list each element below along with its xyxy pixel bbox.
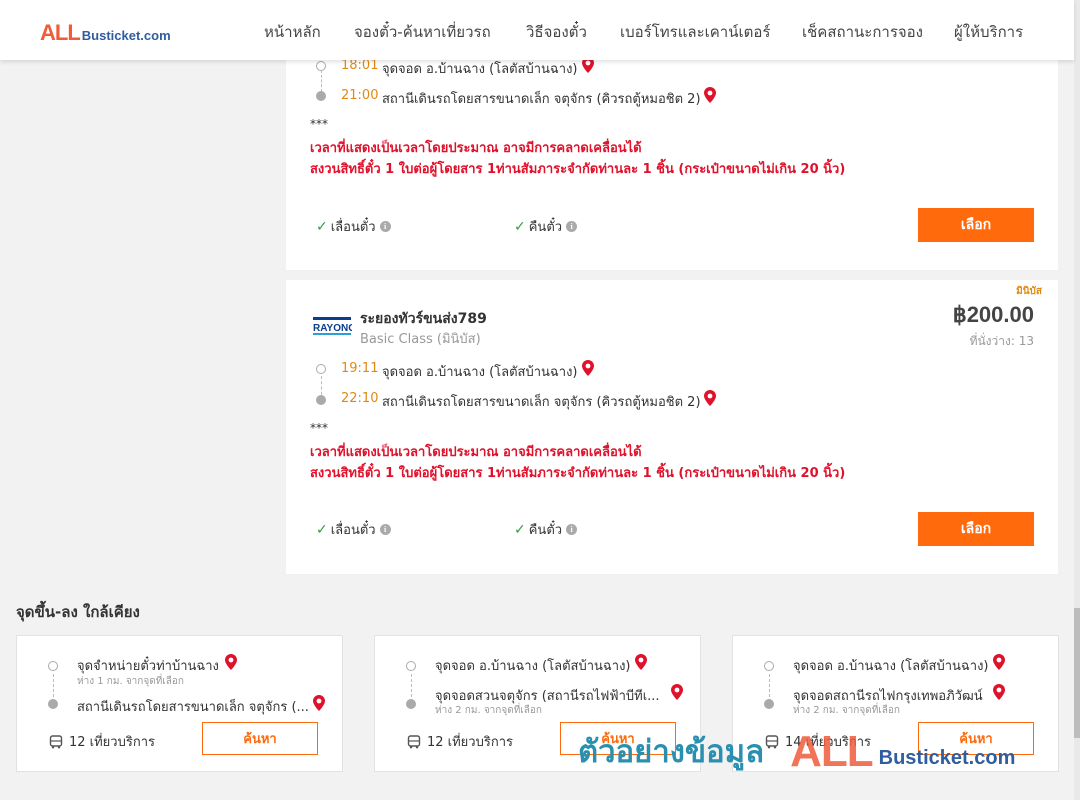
check-icon: ✓ bbox=[316, 218, 328, 235]
info-icon[interactable]: i bbox=[566, 524, 578, 535]
check-icon: ✓ bbox=[514, 218, 526, 235]
nearby-trip-count: 12 เที่ยวบริการ bbox=[49, 731, 155, 752]
timeline-line bbox=[411, 674, 412, 702]
timeline-dot-arrival bbox=[48, 699, 58, 709]
nearby-from-distance: ห่าง 1 กม. จากจุดที่เลือก bbox=[77, 676, 184, 687]
notice-time-approx: เวลาที่แสดงเป็นเวลาโดยประมาณ อาจมีการคลา… bbox=[310, 445, 642, 460]
nav-providers[interactable]: ผู้ให้บริการ bbox=[954, 20, 1023, 44]
nearby-section-title: จุดขึ้น-ลง ใกล้เคียง bbox=[16, 603, 140, 621]
site-logo[interactable]: ALL Busticket.com bbox=[40, 20, 171, 45]
select-trip-button[interactable]: เลือก bbox=[918, 208, 1034, 242]
company-logo-text: RAYONG bbox=[313, 323, 352, 334]
arrival-stop: สถานีเดินรถโดยสารขนาดเล็ก จตุจักร (คิวรถ… bbox=[382, 395, 701, 410]
bus-type-ribbon: มินิบัส bbox=[1016, 286, 1042, 297]
timeline-dot-departure bbox=[406, 661, 416, 671]
nearby-from-stop: จุดจอด อ.บ้านฉาง (โลตัสบ้านฉาง) bbox=[793, 659, 989, 674]
check-icon: ✓ bbox=[316, 521, 328, 538]
notice-luggage: สงวนสิทธิ์ตั๋ว 1 ใบต่อผู้โดยสาร 1ท่านสัม… bbox=[310, 162, 846, 177]
timeline-dot-departure bbox=[764, 661, 774, 671]
departure-stop: จุดจอด อ.บ้านฉาง (โลตัสบ้านฉาง) bbox=[382, 62, 578, 77]
departure-time: 18:01 bbox=[341, 58, 379, 73]
map-pin-icon[interactable] bbox=[993, 654, 1005, 670]
feature-refund: ✓ คืนตั๋ว i bbox=[514, 519, 578, 540]
info-icon[interactable]: i bbox=[566, 221, 578, 232]
timeline-dot-departure bbox=[48, 661, 58, 671]
nearby-search-button[interactable]: ค้นหา bbox=[202, 722, 318, 755]
nearby-from-stop: จุดจอด อ.บ้านฉาง (โลตัสบ้านฉาง) bbox=[435, 659, 631, 674]
timeline-line bbox=[321, 70, 322, 92]
map-pin-icon[interactable] bbox=[704, 87, 716, 103]
company-name: ระยองทัวร์ขนส่ง789 bbox=[360, 311, 487, 327]
map-pin-icon[interactable] bbox=[582, 360, 594, 376]
check-icon: ✓ bbox=[514, 521, 526, 538]
feature-refund-label: คืนตั๋ว bbox=[528, 523, 563, 538]
notice-luggage: สงวนสิทธิ์ตั๋ว 1 ใบต่อผู้โดยสาร 1ท่านสัม… bbox=[310, 466, 846, 481]
trip-card: มินิบัส RAYONG ระยองทัวร์ขนส่ง789 Basic … bbox=[286, 280, 1058, 574]
nav-contacts-counters[interactable]: เบอร์โทรและเคาน์เตอร์ bbox=[620, 20, 770, 44]
select-trip-button[interactable]: เลือก bbox=[918, 512, 1034, 546]
scrollbar-thumb[interactable] bbox=[1074, 608, 1080, 738]
timeline-dot-arrival bbox=[764, 699, 774, 709]
map-pin-icon[interactable] bbox=[313, 695, 325, 711]
map-pin-icon[interactable] bbox=[704, 390, 716, 406]
feature-postpone-label: เลื่อนตั๋ว bbox=[330, 523, 376, 538]
company-logo: RAYONG bbox=[313, 317, 352, 335]
notice-stars: *** bbox=[310, 421, 328, 435]
map-pin-icon[interactable] bbox=[635, 654, 647, 670]
bus-icon bbox=[49, 734, 63, 748]
feature-postpone: ✓ เลื่อนตั๋ว i bbox=[316, 216, 391, 237]
map-pin-icon[interactable] bbox=[671, 684, 683, 700]
timeline-dot-departure bbox=[316, 364, 326, 374]
timeline-dot-arrival bbox=[406, 699, 416, 709]
info-icon[interactable]: i bbox=[379, 524, 391, 535]
nav-how-to-book[interactable]: วิธีจองตั๋ว bbox=[526, 20, 587, 44]
logo-all-text: ALL bbox=[40, 20, 81, 45]
timeline-dot-arrival bbox=[316, 91, 326, 101]
nearby-to-stop: สถานีเดินรถโดยสารขนาดเล็ก จตุจักร (... bbox=[77, 700, 309, 715]
feature-postpone-label: เลื่อนตั๋ว bbox=[330, 220, 376, 235]
nav-home[interactable]: หน้าหลัก bbox=[264, 20, 321, 44]
departure-stop: จุดจอด อ.บ้านฉาง (โลตัสบ้านฉาง) bbox=[382, 365, 578, 380]
nearby-from-stop: จุดจำหน่ายตั๋วท่าบ้านฉาง bbox=[77, 659, 219, 674]
logo-busticket-text: Busticket.com bbox=[81, 28, 171, 43]
timeline-line bbox=[53, 674, 54, 702]
nearby-route-card: จุดจำหน่ายตั๋วท่าบ้านฉาง ห่าง 1 กม. จากจ… bbox=[16, 635, 343, 772]
timeline-line bbox=[769, 674, 770, 702]
notice-stars: *** bbox=[310, 117, 328, 131]
watermark-logo-busticket: Busticket.com bbox=[878, 747, 1016, 769]
nearby-trip-count-label: 12 เที่ยวบริการ bbox=[427, 735, 513, 750]
arrival-time: 21:00 bbox=[341, 88, 379, 103]
nav-booking-status[interactable]: เช็คสถานะการจอง bbox=[802, 20, 923, 44]
feature-refund: ✓ คืนตั๋ว i bbox=[514, 216, 578, 237]
bus-icon bbox=[407, 734, 421, 748]
timeline-dot-departure bbox=[316, 61, 326, 71]
map-pin-icon[interactable] bbox=[225, 654, 237, 670]
arrival-stop: สถานีเดินรถโดยสารขนาดเล็ก จตุจักร (คิวรถ… bbox=[382, 92, 701, 107]
watermark: ตัวอย่างข้อมูล ALL Busticket.com bbox=[578, 730, 1015, 774]
watermark-sample-text: ตัวอย่างข้อมูล bbox=[578, 734, 765, 770]
feature-postpone: ✓ เลื่อนตั๋ว i bbox=[316, 519, 391, 540]
feature-refund-label: คืนตั๋ว bbox=[528, 220, 563, 235]
top-header: ALL Busticket.com หน้าหลัก จองตั๋ว-ค้นหา… bbox=[0, 0, 1074, 60]
nearby-trip-count: 12 เที่ยวบริการ bbox=[407, 731, 513, 752]
nearby-to-distance: ห่าง 2 กม. จากจุดที่เลือก bbox=[793, 705, 900, 716]
trip-card: 18:01 จุดจอด อ.บ้านฉาง (โลตัสบ้านฉาง) 21… bbox=[286, 50, 1058, 270]
watermark-logo-all: ALL bbox=[790, 727, 874, 776]
notice-time-approx: เวลาที่แสดงเป็นเวลาโดยประมาณ อาจมีการคลา… bbox=[310, 141, 642, 156]
bus-class: Basic Class (มินิบัส) bbox=[360, 332, 481, 347]
timeline-dot-arrival bbox=[316, 395, 326, 405]
nearby-trip-count-label: 12 เที่ยวบริการ bbox=[69, 735, 155, 750]
map-pin-icon[interactable] bbox=[993, 684, 1005, 700]
seats-available: ที่นั่งว่าง: 13 bbox=[969, 334, 1034, 348]
arrival-time: 22:10 bbox=[341, 391, 379, 406]
nav-book-search[interactable]: จองตั๋ว-ค้นหาเที่ยวรถ bbox=[354, 20, 491, 44]
ticket-price: ฿200.00 bbox=[952, 302, 1034, 327]
page-scrollbar[interactable] bbox=[1074, 0, 1080, 800]
departure-time: 19:11 bbox=[341, 361, 379, 376]
nearby-to-distance: ห่าง 2 กม. จากจุดที่เลือก bbox=[435, 705, 542, 716]
info-icon[interactable]: i bbox=[379, 221, 391, 232]
